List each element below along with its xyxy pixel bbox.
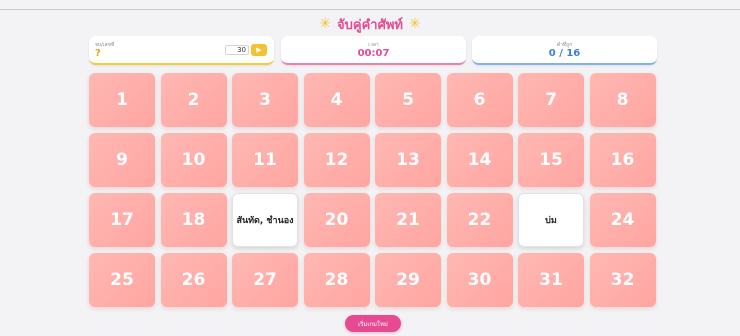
card-hidden[interactable]: 12 (303, 133, 370, 187)
card-hidden[interactable]: 29 (375, 253, 441, 307)
card-hidden[interactable]: 18 (160, 193, 227, 247)
card-hidden[interactable]: 15 (518, 133, 584, 187)
timer-value: 00:07 (357, 48, 390, 59)
card-hidden[interactable]: 14 (446, 133, 513, 187)
card-revealed[interactable]: บ่ม (518, 193, 584, 247)
card-hidden[interactable]: 5 (375, 73, 441, 127)
card-hidden[interactable]: 30 (446, 253, 513, 307)
card-hidden[interactable]: 13 (375, 133, 441, 187)
card-revealed[interactable]: สันทัด, ชำนอง (232, 193, 298, 247)
card-hidden[interactable]: 6 (446, 73, 513, 127)
top-divider (0, 9, 740, 10)
card-hidden[interactable]: 31 (518, 253, 584, 307)
card-hidden[interactable]: 26 (160, 253, 227, 307)
card-hidden[interactable]: 11 (232, 133, 298, 187)
sparkle-icon-left: ✳ (319, 16, 332, 32)
card-hidden[interactable]: 28 (303, 253, 370, 307)
apply-pairs-button[interactable]: ▶ (251, 44, 267, 56)
game-title: ✳ จับคู่คำศัพท์ ✳ (0, 14, 740, 34)
pairs-count-input[interactable] (225, 45, 249, 55)
card-hidden[interactable]: 1 (89, 73, 155, 127)
score-value: 0 / 16 (548, 48, 581, 59)
new-game-button[interactable]: เริ่มเกมใหม่ (345, 315, 401, 332)
card-hidden[interactable]: 7 (518, 73, 584, 127)
card-hidden[interactable]: 20 (303, 193, 370, 247)
card-hidden[interactable]: 4 (303, 73, 370, 127)
card-hidden[interactable]: 10 (160, 133, 227, 187)
timer-panel: เวลา 00:07 (281, 36, 466, 65)
card-hidden[interactable]: 25 (89, 253, 155, 307)
sparkle-icon-right: ✳ (408, 16, 421, 32)
pairs-value: ? (95, 48, 101, 59)
card-hidden[interactable]: 3 (232, 73, 298, 127)
card-hidden[interactable]: 9 (89, 133, 155, 187)
card-hidden[interactable]: 22 (446, 193, 513, 247)
card-hidden[interactable]: 8 (589, 73, 656, 127)
card-hidden[interactable]: 16 (589, 133, 656, 187)
card-hidden[interactable]: 2 (160, 73, 227, 127)
title-text: จับคู่คำศัพท์ (337, 17, 403, 33)
card-hidden[interactable]: 32 (589, 253, 656, 307)
card-hidden[interactable]: 24 (589, 193, 656, 247)
card-hidden[interactable]: 27 (232, 253, 298, 307)
card-hidden[interactable]: 21 (375, 193, 441, 247)
card-hidden[interactable]: 17 (89, 193, 155, 247)
score-panel: คำที่ถูก 0 / 16 (472, 36, 657, 65)
